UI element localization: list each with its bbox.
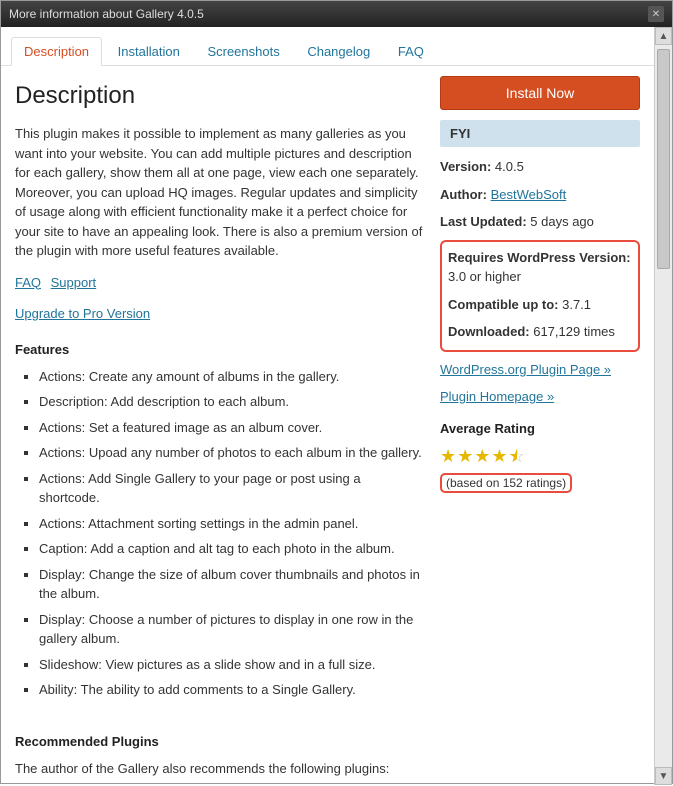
recommended-section: Recommended Plugins The author of the Ga… xyxy=(1,734,654,786)
recommended-heading: Recommended Plugins xyxy=(15,734,640,749)
scroll-down-icon[interactable]: ▼ xyxy=(655,767,672,785)
star-rating: ★★★★☆ xyxy=(440,446,640,467)
updated-value: 5 days ago xyxy=(527,214,594,229)
star-icon: ★ xyxy=(491,446,508,466)
star-icon: ★ xyxy=(457,446,474,466)
meta-list: Version: 4.0.5 Author: BestWebSoft Last … xyxy=(440,157,640,407)
highlight-box: Requires WordPress Version: 3.0 or highe… xyxy=(440,240,640,352)
version-label: Version: xyxy=(440,159,491,174)
list-item: Actions: Attachment sorting settings in … xyxy=(39,514,424,534)
titlebar: More information about Gallery 4.0.5 ✕ xyxy=(1,1,672,27)
list-item: Ability: The ability to add comments to … xyxy=(39,680,424,700)
intro-text: This plugin makes it possible to impleme… xyxy=(15,124,424,261)
compat-label: Compatible up to: xyxy=(448,297,559,312)
tab-description[interactable]: Description xyxy=(11,37,102,66)
plugin-homepage-link[interactable]: Plugin Homepage » xyxy=(440,389,554,404)
star-icon: ★ xyxy=(440,446,457,466)
updated-label: Last Updated: xyxy=(440,214,527,229)
modal-body: Description Installation Screenshots Cha… xyxy=(1,27,672,785)
page-title: Description xyxy=(15,82,424,110)
install-button[interactable]: Install Now xyxy=(440,76,640,110)
author-link[interactable]: BestWebSoft xyxy=(491,187,567,202)
author-label: Author: xyxy=(440,187,487,202)
scrollbar[interactable]: ▲ ▼ xyxy=(654,27,672,785)
fyi-heading: FYI xyxy=(440,120,640,147)
wp-plugin-page-link[interactable]: WordPress.org Plugin Page » xyxy=(440,362,611,377)
scroll-thumb[interactable] xyxy=(657,49,670,269)
list-item: Actions: Add Single Gallery to your page… xyxy=(39,469,424,508)
list-item: Description: Add description to each alb… xyxy=(39,392,424,412)
rating-count: (based on 152 ratings) xyxy=(440,473,572,493)
list-item: Actions: Upoad any number of photos to e… xyxy=(39,443,424,463)
tabs: Description Installation Screenshots Cha… xyxy=(1,27,654,66)
content-area: Description Installation Screenshots Cha… xyxy=(1,27,654,785)
avg-rating-heading: Average Rating xyxy=(440,421,640,436)
version-value: 4.0.5 xyxy=(491,159,524,174)
upgrade-link[interactable]: Upgrade to Pro Version xyxy=(15,306,150,321)
left-column: Description This plugin makes it possibl… xyxy=(15,76,424,706)
tab-changelog[interactable]: Changelog xyxy=(295,38,382,65)
requires-value: 3.0 or higher xyxy=(448,269,521,284)
right-column: Install Now FYI Version: 4.0.5 Author: B… xyxy=(440,76,640,706)
tab-faq[interactable]: FAQ xyxy=(386,38,436,65)
support-link[interactable]: Support xyxy=(51,275,97,290)
list-item: Display: Choose a number of pictures to … xyxy=(39,610,424,649)
recommended-intro: The author of the Gallery also recommend… xyxy=(15,759,640,779)
compat-value: 3.7.1 xyxy=(559,297,592,312)
features-list: Actions: Create any amount of albums in … xyxy=(15,367,424,700)
list-item: Caption: Add a caption and alt tag to ea… xyxy=(39,539,424,559)
tab-installation[interactable]: Installation xyxy=(106,38,192,65)
star-icon: ☆ xyxy=(509,446,526,466)
star-icon: ★ xyxy=(474,446,491,466)
list-item: Display: Change the size of album cover … xyxy=(39,565,424,604)
close-icon[interactable]: ✕ xyxy=(648,6,664,22)
scroll-up-icon[interactable]: ▲ xyxy=(655,27,672,45)
features-heading: Features xyxy=(15,342,424,357)
list-item: Actions: Set a featured image as an albu… xyxy=(39,418,424,438)
downloaded-value: 617,129 times xyxy=(530,324,615,339)
tab-screenshots[interactable]: Screenshots xyxy=(195,38,291,65)
requires-label: Requires WordPress Version: xyxy=(448,250,631,265)
list-item: Actions: Create any amount of albums in … xyxy=(39,367,424,387)
faq-link[interactable]: FAQ xyxy=(15,275,41,290)
window-title: More information about Gallery 4.0.5 xyxy=(9,7,204,21)
downloaded-label: Downloaded: xyxy=(448,324,530,339)
helper-links: FAQ Support xyxy=(15,273,424,293)
list-item: Slideshow: View pictures as a slide show… xyxy=(39,655,424,675)
